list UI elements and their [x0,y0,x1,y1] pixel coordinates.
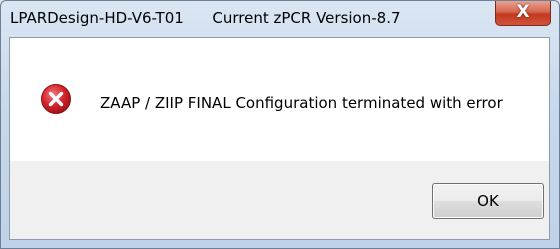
ok-button[interactable]: OK [432,183,544,219]
dialog-client-area: ZAAP / ZIIP FINAL Configuration terminat… [9,37,550,240]
dialog-window: LPARDesign-HD-V6-T01 Current zPCR Versio… [0,0,560,249]
message-area: ZAAP / ZIIP FINAL Configuration terminat… [10,38,549,161]
close-icon: X [516,2,530,22]
close-button[interactable]: X [495,1,551,26]
window-title: LPARDesign-HD-V6-T01 Current zPCR Versio… [10,9,401,27]
error-icon [41,84,71,114]
title-bar[interactable]: LPARDesign-HD-V6-T01 Current zPCR Versio… [1,1,559,37]
error-message: ZAAP / ZIIP FINAL Configuration terminat… [100,94,503,112]
